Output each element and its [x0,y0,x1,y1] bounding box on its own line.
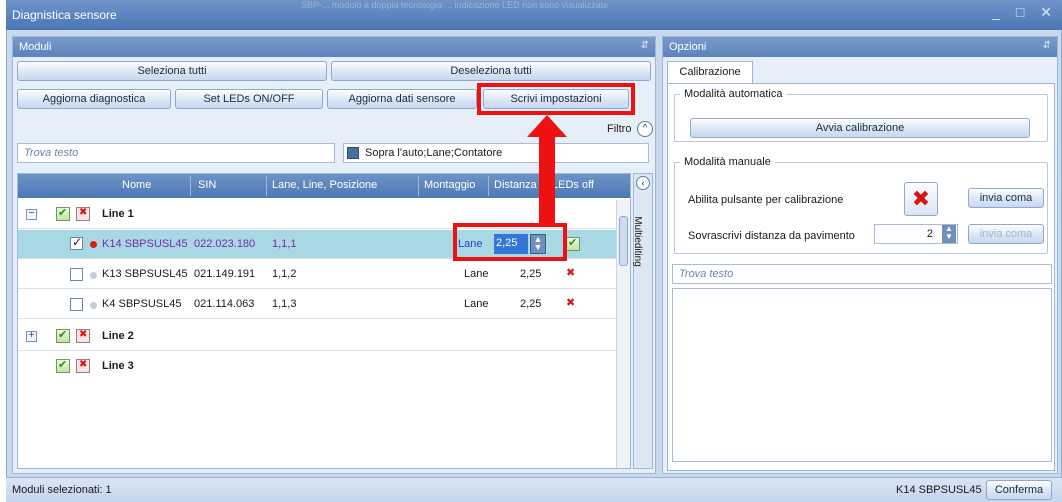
set-leds-button[interactable]: Set LEDs ON/OFF [175,89,323,109]
col-sin[interactable]: SIN [198,179,216,191]
tab-content: Modalità automatica Avvia calibrazione M… [667,83,1055,471]
refresh-sensor-data-button[interactable]: Aggiorna dati sensore [327,89,477,109]
row-checkbox[interactable] [70,268,83,281]
check-all-icon[interactable] [56,206,70,221]
refresh-diagnostics-button[interactable]: Aggiorna diagnostica [17,89,171,109]
highlight-distance [453,223,567,261]
table-row[interactable]: K13 SBPSUSL45 021.149.191 1,1,2 Lane 2,2… [18,260,616,289]
search-input[interactable]: Trova testo [17,143,335,163]
row-name: K4 SBPSUSL45 [102,298,182,310]
floor-distance-label: Sovrascrivi distanza da pavimento [688,230,855,242]
filter-combo[interactable]: Sopra l'auto;Lane;Contatore [343,143,649,163]
calibration-toggle-x-icon[interactable]: ✖ [904,182,938,216]
col-distance[interactable]: Distanza [494,179,537,191]
row-checkbox[interactable] [70,298,83,311]
grid-scrollbar[interactable] [616,200,630,468]
group-row-line3[interactable]: Line 3 [18,352,616,381]
confirm-button[interactable]: Conferma [986,480,1052,500]
row-distance: 2,25 [520,298,542,310]
deselect-all-button[interactable]: Deseleziona tutti [331,61,651,81]
group-label: Line 1 [102,208,134,220]
collapse-icon[interactable]: − [26,209,37,220]
status-led-icon [90,241,97,248]
col-leds-off[interactable]: LEDs off [552,179,594,191]
check-all-icon[interactable] [56,358,70,373]
dropdown-icon[interactable] [347,147,359,159]
arrow-shaft [539,131,555,223]
row-mounting: Lane [464,268,489,280]
manual-mode-title: Modalità manuale [680,156,775,168]
row-sin: 021.114.063 [194,298,255,310]
row-name: K13 SBPSUSL45 [102,268,188,280]
uncheck-all-icon[interactable] [76,207,90,221]
col-mounting[interactable]: Montaggio [424,179,475,191]
leds-off-x-icon[interactable]: ✖ [566,296,575,309]
row-position: 1,1,1 [272,238,297,250]
arrow-head-icon [527,115,567,137]
select-all-button[interactable]: Seleziona tutti [17,61,327,81]
modules-panel-title: Moduli [19,41,52,53]
options-search-input[interactable]: Trova testo [672,264,1052,284]
stepper-arrows-icon[interactable]: ▲ ▼ [942,225,956,243]
group-row-line2[interactable]: + Line 2 [18,322,616,351]
row-mounting: Lane [464,298,489,310]
send-command-button-disabled[interactable]: invia coma [968,224,1044,244]
scrollbar-thumb[interactable] [619,216,628,266]
group-label: Line 3 [102,360,134,372]
selected-count: Moduli selezionati: 1 [12,484,112,496]
check-all-icon[interactable] [56,328,70,343]
modules-panel-header: Moduli ⇵ [13,37,655,57]
multiediting-side-tab[interactable]: ‹ Multiediting [631,173,653,469]
multiediting-label: Multiediting [631,216,643,267]
pin-icon[interactable]: ⇵ [1043,40,1051,51]
options-panel-title: Opzioni [669,41,707,53]
filter-label: Filtro [607,123,632,135]
options-text-area[interactable] [672,288,1052,462]
row-position: 1,1,3 [272,298,297,310]
title-bar: Diagnistica sensore SBP-... modulo a dop… [6,0,1062,30]
options-panel: Opzioni ⇵ Calibrazione Modalità automati… [662,36,1058,474]
send-command-button[interactable]: invia coma [968,188,1044,208]
expand-icon[interactable]: + [26,331,37,342]
row-checkbox[interactable]: ✓ [70,235,83,250]
current-module: K14 SBPSUSL45 [896,484,982,496]
col-position[interactable]: Lane, Line, Posizione [272,179,377,191]
filter-combo-value: Sopra l'auto;Lane;Contatore [365,147,503,159]
filter-collapse-icon[interactable]: ^ [637,121,653,137]
window-title: Diagnistica sensore [12,8,117,22]
status-led-icon [90,272,97,279]
start-calibration-button[interactable]: Avvia calibrazione [690,118,1030,138]
leds-off-x-icon[interactable]: ✖ [566,266,575,279]
auto-mode-title: Modalità automatica [680,88,787,100]
table-row[interactable]: K4 SBPSUSL45 021.114.063 1,1,3 Lane 2,25… [18,290,616,319]
row-position: 1,1,2 [272,268,297,280]
uncheck-all-icon[interactable] [76,359,90,373]
window-controls[interactable]: _ □ ✕ [992,4,1058,21]
col-name[interactable]: Nome [122,179,151,191]
pin-icon[interactable]: ⇵ [641,40,649,51]
highlight-write-settings [477,83,635,115]
uncheck-all-icon[interactable] [76,329,90,343]
group-label: Line 2 [102,330,134,342]
tab-calibrazione[interactable]: Calibrazione [667,61,753,83]
row-name: K14 SBPSUSL45 [102,238,188,250]
enable-calibration-label: Abilita pulsante per calibrazione [688,194,844,206]
background-caption: SBP-... modulo a doppia tecnologia ... i… [301,0,609,10]
leds-off-checkbox[interactable] [566,236,580,251]
row-distance: 2,25 [520,268,542,280]
modules-panel: Moduli ⇵ Seleziona tutti Deseleziona tut… [12,36,656,474]
row-sin: 022.023.180 [194,238,256,250]
options-panel-header: Opzioni ⇵ [663,37,1057,57]
status-bar: Moduli selezionati: 1 K14 SBPSUSL45 Conf… [6,477,1062,502]
chevron-left-icon[interactable]: ‹ [636,176,650,190]
status-led-icon [90,302,97,309]
row-sin: 021.149.191 [194,268,256,280]
